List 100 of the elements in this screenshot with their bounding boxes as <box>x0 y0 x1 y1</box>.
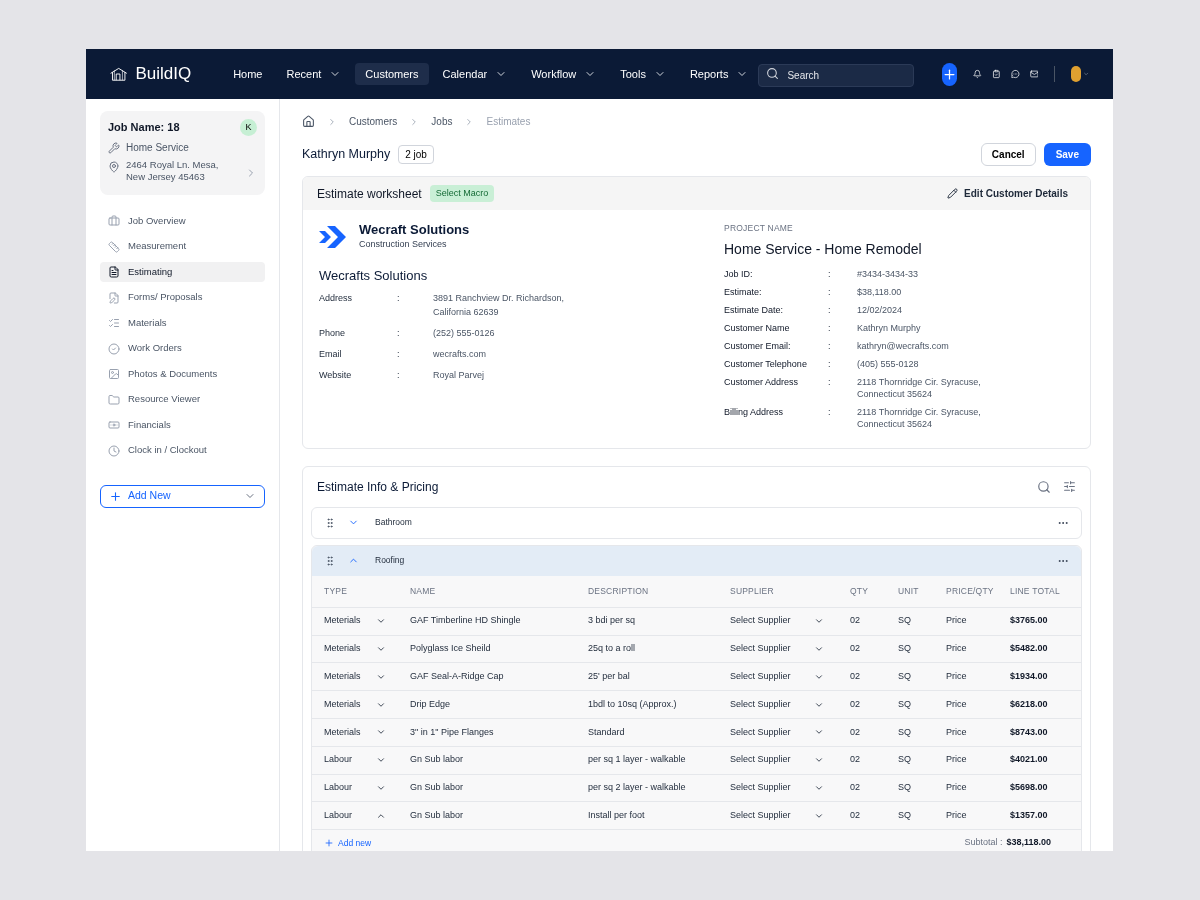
save-button[interactable]: Save <box>1043 143 1091 166</box>
add-button[interactable] <box>942 62 958 86</box>
nav-menu-item[interactable]: Home <box>223 63 273 85</box>
supplier-select[interactable]: Select Supplier <box>730 642 824 656</box>
sidebar-item[interactable]: Clock in / Clockout <box>100 440 265 461</box>
supplier-select[interactable]: Select Supplier <box>730 614 824 628</box>
sidebar-item[interactable]: Measurement <box>100 236 265 257</box>
cancel-button[interactable]: Cancel <box>980 143 1036 166</box>
nav-menu-item[interactable]: Customers <box>355 63 429 85</box>
type-select[interactable]: Labour <box>324 753 386 767</box>
colon: : <box>397 293 400 303</box>
field-label: Billing Address <box>724 405 785 419</box>
search-field[interactable]: Search <box>758 63 915 87</box>
field-value: 12/02/2024 <box>857 303 904 316</box>
sidebar-item[interactable]: Photos & Documents <box>100 364 265 384</box>
chat-icon[interactable] <box>1010 67 1020 81</box>
supplier-select[interactable]: Select Supplier <box>730 670 824 684</box>
job-card[interactable]: Job Name: 18 K Home Service 2464 Royal Ln. Mesa, New Jersey 45463 <box>100 111 265 195</box>
edit-customer-details-button[interactable]: Edit Customer Details <box>947 186 1068 201</box>
drag-handle-icon[interactable] <box>324 516 336 529</box>
type-select[interactable]: Meterials <box>324 642 386 656</box>
nav-menu-item[interactable]: Tools <box>610 63 676 85</box>
chevron-right-icon <box>327 116 337 127</box>
filter-icon[interactable] <box>1063 480 1076 494</box>
column-header: LINE TOTAL <box>1010 584 1061 598</box>
table-cell-text: Price <box>946 808 968 822</box>
colon: : <box>828 406 831 417</box>
nav-menu-item[interactable]: Reports <box>679 63 759 85</box>
drag-handle-icon[interactable] <box>324 554 336 567</box>
customer-name: Kathryn Murphy <box>302 146 391 164</box>
breadcrumb-link[interactable]: Jobs <box>431 114 453 129</box>
search-icon[interactable] <box>1037 479 1051 494</box>
table-cell-text: Price <box>946 642 968 656</box>
table-cell-text: per sq 2 layer - walkable <box>588 781 687 795</box>
supplier-select[interactable]: Select Supplier <box>730 781 824 795</box>
sidebar-item[interactable]: Estimating <box>100 262 265 282</box>
section-header[interactable]: Bathroom <box>312 507 1081 538</box>
field-label: Customer Email: <box>724 339 792 352</box>
table-cell-text: Polyglass Ice Sheild <box>410 642 492 656</box>
sidebar-item[interactable]: Forms/ Proposals <box>100 287 265 308</box>
table-cell-text: $5698.00 <box>1010 781 1049 795</box>
form-icon <box>108 291 120 304</box>
field-value: (405) 555-0128 <box>857 357 920 370</box>
table-cell-text: Price <box>946 670 968 683</box>
table-cell-text: GAF Timberline HD Shingle <box>410 614 522 628</box>
company-heading: Wecrafts Solutions <box>319 266 429 285</box>
table-cell-text: SQ <box>898 642 912 656</box>
type-select[interactable]: Labour <box>324 781 386 795</box>
section-name: Roofing <box>375 554 405 568</box>
type-select[interactable]: Labour <box>324 808 386 823</box>
table-cell-text: 02 <box>850 725 861 739</box>
wrench-icon <box>108 141 120 154</box>
sidebar-item[interactable]: Resource Viewer <box>100 389 265 410</box>
supplier-select[interactable]: Select Supplier <box>730 808 824 823</box>
field-label: Customer Address <box>724 375 800 389</box>
table-cell-text: Price <box>946 753 968 767</box>
type-select[interactable]: Meterials <box>324 670 386 684</box>
service-type: Home Service <box>126 141 189 155</box>
table-cell-text: 02 <box>850 642 861 656</box>
field-label: Estimate Date: <box>724 303 785 316</box>
field-label: Email <box>319 348 343 361</box>
nav-menu-item[interactable]: Recent <box>276 63 352 85</box>
sidebar-item[interactable]: Materials <box>100 313 265 333</box>
field-label: Address <box>319 292 354 305</box>
sidebar-item[interactable]: Job Overview <box>100 211 265 231</box>
pricing-title: Estimate Info & Pricing <box>317 478 439 496</box>
column-header: QTY <box>850 584 870 598</box>
type-select[interactable]: Meterials <box>324 725 386 740</box>
table-cell-text: SQ <box>898 725 912 739</box>
section-header[interactable]: Roofing <box>312 545 1081 576</box>
sidebar-item[interactable]: Work Orders <box>100 338 265 359</box>
table-cell-text: SQ <box>898 670 912 683</box>
supplier-select[interactable]: Select Supplier <box>730 753 824 767</box>
mail-icon[interactable] <box>1029 67 1039 81</box>
table-cell-text: 02 <box>850 670 861 683</box>
nav-menu-item[interactable]: Workflow <box>521 63 607 85</box>
supplier-select[interactable]: Select Supplier <box>730 697 824 712</box>
home-icon[interactable] <box>302 115 315 128</box>
field-value: 2118 Thornridge Cir. Syracuse, Connecticut 35624 <box>857 375 982 400</box>
notification-bell-icon[interactable] <box>973 67 983 81</box>
type-select[interactable]: Meterials <box>324 614 386 628</box>
user-avatar[interactable] <box>1070 66 1081 82</box>
add-new-link[interactable]: Add new <box>324 836 372 850</box>
colon: : <box>397 349 400 359</box>
supplier-select[interactable]: Select Supplier <box>730 725 824 740</box>
table-cell-text: 3" in 1" Pipe Flanges <box>410 725 495 739</box>
type-select[interactable]: Meterials <box>324 697 386 712</box>
sidebar-item[interactable]: Financials <box>100 415 265 435</box>
add-new-dropdown[interactable]: Add New <box>100 484 265 508</box>
pencil-icon <box>947 188 959 199</box>
field-label: Job ID: <box>724 267 754 280</box>
breadcrumb-link[interactable]: Customers <box>349 114 398 129</box>
nav-menu-item[interactable]: Calendar <box>432 63 518 85</box>
table-cell-text: Install per foot <box>588 808 646 822</box>
select-macro-button[interactable]: Select Macro <box>429 184 495 203</box>
field-value: 3891 Ranchview Dr. Richardson, California 62639 <box>433 292 566 319</box>
clipboard-icon[interactable] <box>992 67 1001 81</box>
section-name: Bathroom <box>375 516 412 530</box>
plus-icon <box>109 489 122 503</box>
job-address: 2464 Royal Ln. Mesa, New Jersey 45463 <box>126 159 220 183</box>
